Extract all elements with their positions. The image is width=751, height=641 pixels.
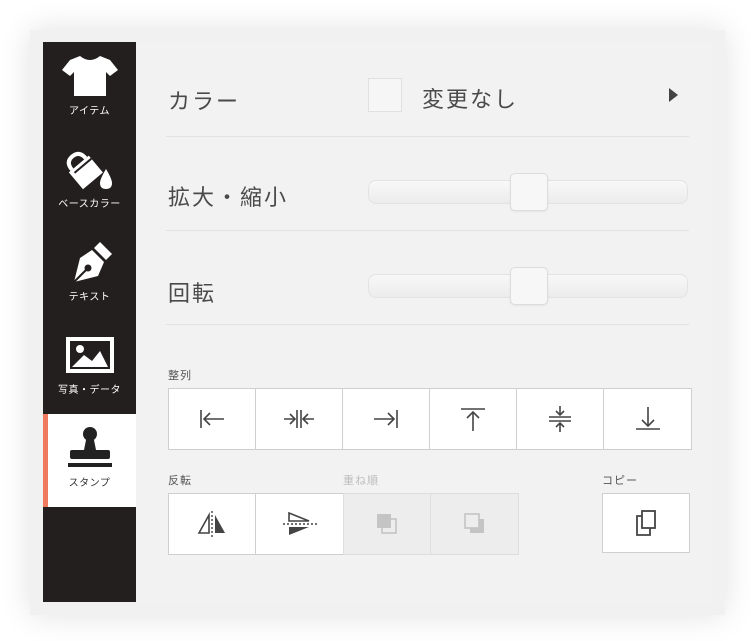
align-label: 整列: [168, 369, 192, 382]
align-center-h-icon: [284, 410, 314, 428]
order-button-group: [343, 493, 519, 555]
pen-nib-icon: [72, 242, 112, 283]
sidebar-item-label: テキスト: [68, 292, 111, 303]
color-swatch[interactable]: [368, 78, 402, 112]
order-label: 重ね順: [343, 474, 379, 487]
sidebar-item-label: 写真・データ: [58, 385, 121, 396]
send-backward-icon: [463, 513, 484, 533]
sidebar-item-text[interactable]: テキスト: [43, 228, 136, 321]
copy-button[interactable]: [602, 493, 690, 553]
scale-label: 拡大・縮小: [168, 186, 289, 211]
align-left-button[interactable]: [169, 389, 256, 449]
flip-button-group: [168, 493, 344, 555]
color-value[interactable]: 変更なし: [422, 82, 518, 114]
divider: [166, 324, 689, 325]
divider: [166, 136, 689, 137]
align-right-button[interactable]: [343, 389, 430, 449]
align-center-vertical-button[interactable]: [517, 389, 604, 449]
sidebar-item-label: アイテム: [69, 106, 110, 117]
align-center-horizontal-button[interactable]: [256, 389, 343, 449]
copy-label: コピー: [602, 474, 638, 487]
align-right-icon: [374, 410, 398, 428]
active-indicator: [43, 414, 48, 507]
bring-forward-icon: [377, 514, 397, 534]
align-bottom-button[interactable]: [604, 389, 691, 449]
image-icon: [65, 337, 114, 373]
divider: [166, 230, 689, 231]
scale-slider[interactable]: [368, 173, 688, 211]
sidebar-item-label: ベースカラー: [58, 199, 121, 210]
color-expand-arrow-icon[interactable]: [669, 88, 678, 102]
sidebar: アイテム ベースカラー テキスト 写真・データ スタンプ: [43, 42, 136, 602]
align-button-group: [168, 388, 692, 450]
sidebar-item-label: スタンプ: [68, 478, 111, 489]
stamp-settings-panel: カラー 変更なし 拡大・縮小 回転 整列 反転 重ね順 コピー: [136, 42, 712, 602]
flip-horizontal-icon: [197, 511, 225, 537]
color-label: カラー: [168, 90, 241, 115]
rotate-slider[interactable]: [368, 267, 688, 305]
rotate-label: 回転: [168, 282, 217, 307]
flip-label: 反転: [168, 474, 192, 487]
stamp-icon: [67, 427, 112, 467]
paint-bucket-icon: [66, 151, 112, 190]
flip-vertical-button[interactable]: [256, 494, 343, 554]
align-left-icon: [200, 410, 224, 428]
sidebar-item-stamp[interactable]: スタンプ: [43, 414, 136, 507]
flip-horizontal-button[interactable]: [169, 494, 256, 554]
sidebar-item-photo-data[interactable]: 写真・データ: [43, 321, 136, 414]
align-center-v-icon: [549, 406, 571, 432]
tshirt-icon: [61, 56, 118, 96]
copy-icon: [636, 510, 656, 536]
align-top-icon: [461, 408, 485, 431]
bring-forward-button[interactable]: [344, 494, 431, 554]
send-backward-button[interactable]: [431, 494, 518, 554]
flip-vertical-icon: [282, 511, 317, 535]
sidebar-item-base-color[interactable]: ベースカラー: [43, 135, 136, 228]
align-top-button[interactable]: [430, 389, 517, 449]
rotate-slider-thumb[interactable]: [510, 267, 548, 305]
align-bottom-icon: [635, 407, 660, 430]
scale-slider-thumb[interactable]: [510, 173, 548, 211]
sidebar-item-item[interactable]: アイテム: [43, 42, 136, 135]
